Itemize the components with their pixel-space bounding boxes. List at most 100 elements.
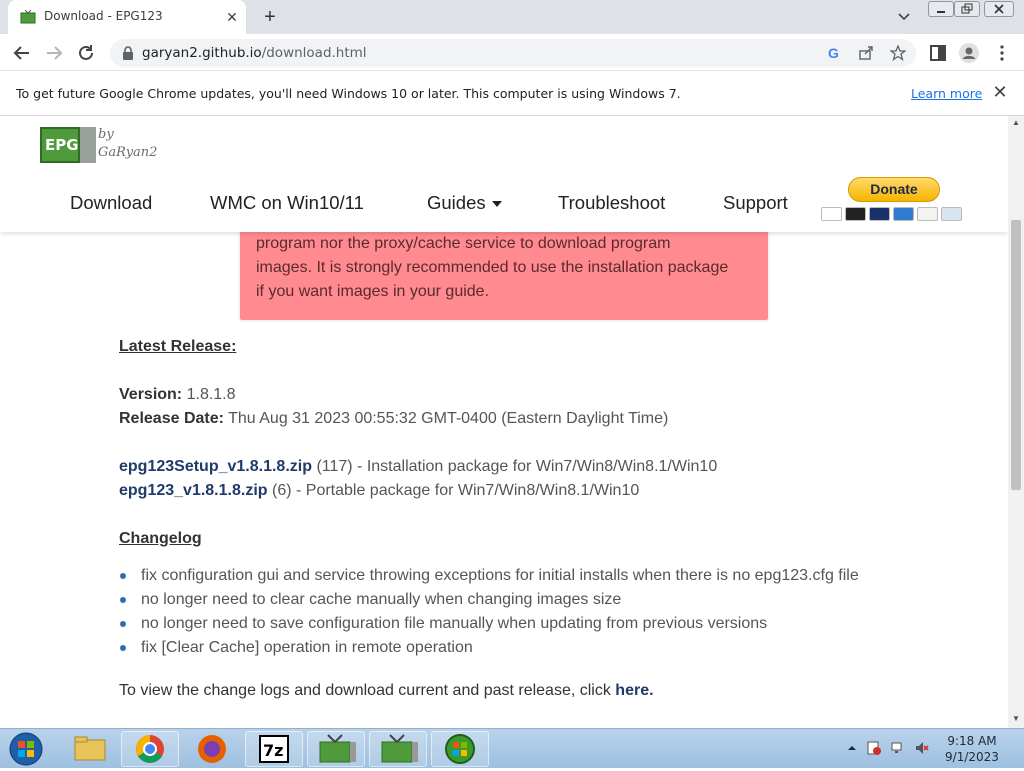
logo-mark: EPG <box>40 127 80 163</box>
download-count: (6) <box>271 482 292 499</box>
address-bar[interactable]: garyan2.github.io/download.html G <box>110 39 916 67</box>
mastercard-icon <box>845 207 866 221</box>
download-desc: - Installation package for Win7/Win8/Win… <box>352 458 718 475</box>
maestro-card-icon <box>869 207 890 221</box>
firefox-icon <box>198 735 226 763</box>
changelog-text: no longer need to save configuration fil… <box>141 615 768 632</box>
learn-more-link[interactable]: Learn more <box>911 86 982 101</box>
download-count: (117) <box>316 458 353 475</box>
version-label: Version: <box>119 386 183 403</box>
bullet-icon <box>120 645 126 651</box>
show-hidden-icons-icon[interactable] <box>845 741 859 755</box>
payment-cards <box>821 207 965 223</box>
firefox-taskbar-button[interactable] <box>183 731 241 767</box>
alert-text: program nor the proxy/cache service to d… <box>256 232 756 304</box>
infobar-close-icon[interactable]: ✕ <box>990 82 1010 102</box>
url-path: /download.html <box>261 45 367 61</box>
setup-download-link[interactable]: epg123Setup_v1.8.1.8.zip <box>119 458 312 475</box>
logo-name: GaRyan2 <box>98 145 158 160</box>
changelog-item: no longer need to clear cache manually w… <box>119 588 859 612</box>
update-infobar: To get future Google Chrome updates, you… <box>0 70 1024 116</box>
tv-icon <box>319 734 356 763</box>
clock-time: 9:18 AM <box>947 734 997 748</box>
profile-avatar-icon[interactable] <box>958 42 980 64</box>
volume-muted-icon[interactable] <box>915 741 929 755</box>
latest-release-heading: Latest Release: <box>119 338 237 355</box>
7zip-taskbar-button[interactable]: 7z <box>245 731 303 767</box>
reload-icon[interactable] <box>75 42 97 64</box>
tab-strip: Download - EPG123 ✕ + <box>0 0 1024 34</box>
nav-guides[interactable]: Guides <box>427 192 503 214</box>
site-logo[interactable]: EPG by GaRyan2 <box>40 126 160 166</box>
changelog-item: fix [Clear Cache] operation in remote op… <box>119 636 859 660</box>
bullet-icon <box>120 621 126 627</box>
restore-button[interactable] <box>954 1 980 17</box>
release-date-row: Release Date: Thu Aug 31 2023 00:55:32 G… <box>119 410 668 428</box>
page-viewport: EPG by GaRyan2 Download WMC on Win10/11 … <box>0 116 1008 728</box>
bullet-icon <box>120 573 126 579</box>
tab-close-icon[interactable]: ✕ <box>222 7 242 27</box>
action-center-icon[interactable] <box>867 741 881 755</box>
nav-support[interactable]: Support <box>723 192 788 214</box>
release-date-label: Release Date: <box>119 410 224 427</box>
google-icon[interactable]: G <box>826 45 842 61</box>
scroll-up-icon[interactable]: ▲ <box>1012 118 1020 127</box>
version-row: Version: 1.8.1.8 <box>119 386 236 404</box>
footer-line: To view the change logs and download cur… <box>119 682 654 700</box>
windows-media-center-icon <box>445 734 475 764</box>
share-icon[interactable] <box>858 45 874 61</box>
windows-start-icon[interactable] <box>6 731 46 767</box>
tv-icon <box>381 734 418 763</box>
amex-card-icon <box>893 207 914 221</box>
footer-text: To view the change logs and download cur… <box>119 682 616 699</box>
bullet-icon <box>120 597 126 603</box>
scroll-thumb[interactable] <box>1011 220 1021 490</box>
caret-down-icon <box>491 201 502 207</box>
epg123-client-taskbar-button[interactable] <box>369 731 427 767</box>
side-panel-icon[interactable] <box>927 42 949 64</box>
bookmark-star-icon[interactable] <box>890 45 906 61</box>
clock-date: 9/1/2023 <box>945 750 999 764</box>
chevron-down-icon[interactable] <box>894 6 914 26</box>
changelog-item: fix configuration gui and service throwi… <box>119 564 859 588</box>
download-row: epg123_v1.8.1.8.zip (6) - Portable packa… <box>119 482 639 500</box>
changelog-text: fix configuration gui and service throwi… <box>141 567 859 584</box>
scroll-down-icon[interactable]: ▼ <box>1012 714 1020 723</box>
close-window-button[interactable] <box>984 1 1014 17</box>
chrome-taskbar-button[interactable] <box>121 731 179 767</box>
epg123-taskbar-button[interactable] <box>307 731 365 767</box>
nav-troubleshoot[interactable]: Troubleshoot <box>558 192 665 214</box>
back-arrow-icon[interactable] <box>11 42 33 64</box>
nav-guides-label: Guides <box>427 192 486 213</box>
media-center-taskbar-button[interactable] <box>431 731 489 767</box>
close-icon <box>994 4 1004 14</box>
network-icon[interactable] <box>891 741 905 755</box>
new-tab-button[interactable]: + <box>260 7 280 27</box>
alert-line: if you want images in your guide. <box>256 283 490 300</box>
tab-title: Download - EPG123 <box>44 9 163 23</box>
explorer-taskbar-button[interactable] <box>60 731 118 767</box>
svg-text:7z: 7z <box>263 741 283 760</box>
portable-download-link[interactable]: epg123_v1.8.1.8.zip <box>119 482 268 499</box>
changelog-text: no longer need to clear cache manually w… <box>141 591 622 608</box>
changelog-text: fix [Clear Cache] operation in remote op… <box>141 639 473 656</box>
minimize-button[interactable] <box>928 1 954 17</box>
browser-tab[interactable]: Download - EPG123 ✕ <box>8 0 246 34</box>
tv-icon <box>20 10 36 24</box>
restore-icon <box>961 3 973 14</box>
here-link[interactable]: here. <box>615 682 653 699</box>
nav-wmc[interactable]: WMC on Win10/11 <box>210 192 364 214</box>
vertical-scrollbar[interactable]: ▲ ▼ <box>1008 116 1024 728</box>
more-menu-icon[interactable] <box>991 42 1013 64</box>
logo-by: by <box>98 127 114 142</box>
system-clock[interactable]: 9:18 AM 9/1/2023 <box>944 733 1000 765</box>
windows-taskbar: 7z 9:18 AM 9/1/2023 <box>0 728 1024 768</box>
nav-download[interactable]: Download <box>70 192 152 214</box>
minimize-icon <box>937 11 945 13</box>
7zip-icon: 7z <box>259 735 289 763</box>
release-date-value: Thu Aug 31 2023 00:55:32 GMT-0400 (Easte… <box>228 410 669 427</box>
browser-toolbar: garyan2.github.io/download.html G <box>0 34 1024 70</box>
forward-arrow-icon[interactable] <box>43 42 65 64</box>
download-desc: - Portable package for Win7/Win8/Win8.1/… <box>291 482 640 499</box>
donate-button[interactable]: Donate <box>848 177 940 202</box>
